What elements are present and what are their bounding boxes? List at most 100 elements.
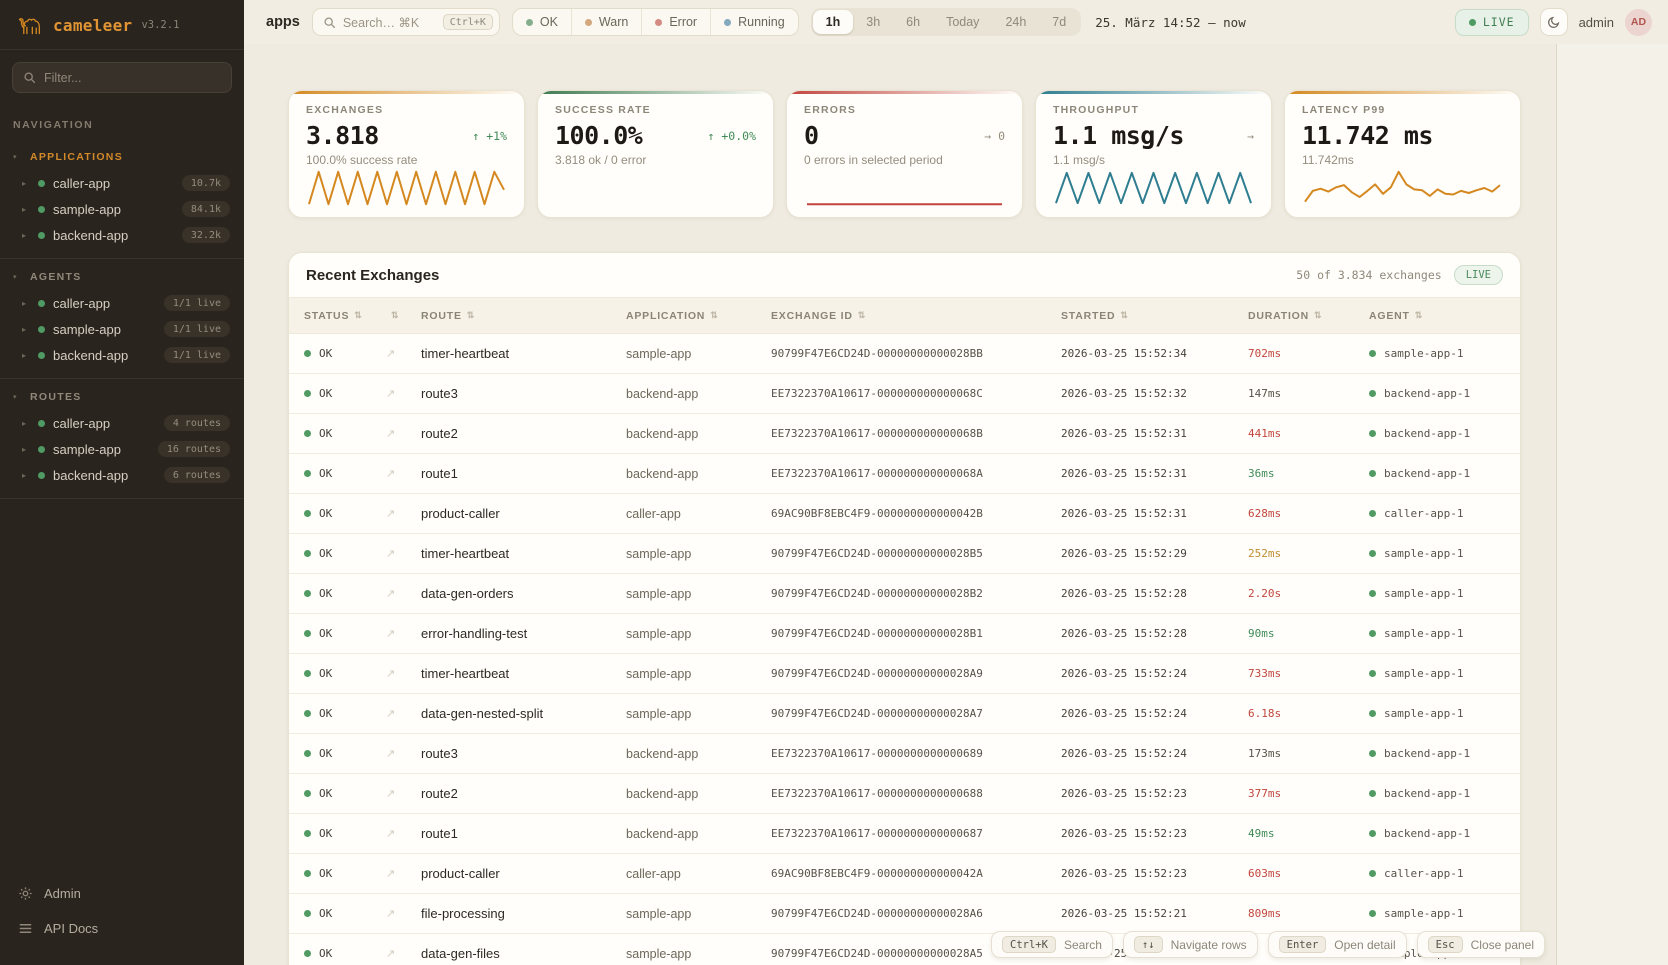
exchange-row[interactable]: OK↗product-callercaller-app69AC90BF8EBC4… xyxy=(289,494,1520,534)
exchange-row[interactable]: OK↗data-gen-nested-splitsample-app90799F… xyxy=(289,694,1520,734)
trace-link-icon[interactable]: ↗ xyxy=(386,628,395,640)
exchange-row[interactable]: OK↗timer-heartbeatsample-app90799F47E6CD… xyxy=(289,654,1520,694)
column-header-agent[interactable]: AGENT⇅ xyxy=(1369,310,1505,322)
exchange-row[interactable]: OK↗error-handling-testsample-app90799F47… xyxy=(289,614,1520,654)
footer-item-api-docs[interactable]: API Docs xyxy=(16,914,228,943)
started-cell: 2026-03-25 15:52:29 xyxy=(1061,547,1248,560)
column-header-application[interactable]: APPLICATION⇅ xyxy=(626,310,771,322)
range-button-6h[interactable]: 6h xyxy=(893,10,933,34)
exchange-row[interactable]: OK↗route3backend-appEE7322370A10617-0000… xyxy=(289,374,1520,414)
range-button-1h[interactable]: 1h xyxy=(813,10,854,34)
range-button-3h[interactable]: 3h xyxy=(853,10,893,34)
range-button-24h[interactable]: 24h xyxy=(992,10,1039,34)
sidebar-item-routes-sample-app[interactable]: ▸sample-app16 routes xyxy=(0,436,244,462)
ok-status-dot xyxy=(304,550,311,557)
footer-item-admin[interactable]: Admin xyxy=(16,879,228,908)
exchange-row[interactable]: OK↗file-processingsample-app90799F47E6CD… xyxy=(289,894,1520,934)
status-filter-running[interactable]: Running xyxy=(710,9,798,35)
section-header-applications[interactable]: ▾APPLICATIONS xyxy=(0,143,244,170)
ok-status-dot xyxy=(304,590,311,597)
column-label: STARTED xyxy=(1061,310,1115,322)
topbar: apps Search… ⌘K Ctrl+K OKWarnErrorRunnin… xyxy=(244,0,1668,44)
sidebar-item-applications-sample-app[interactable]: ▸sample-app84.1k xyxy=(0,196,244,222)
exchange-row[interactable]: OK↗product-callercaller-app69AC90BF8EBC4… xyxy=(289,854,1520,894)
stat-card-exchanges[interactable]: EXCHANGES3.818↑ +1%100.0% success rate xyxy=(288,90,525,218)
section-header-agents[interactable]: ▾AGENTS xyxy=(0,263,244,290)
trace-link-icon[interactable]: ↗ xyxy=(386,748,395,760)
ok-status-dot xyxy=(304,670,311,677)
stat-card-throughput[interactable]: THROUGHPUT1.1 msg/s→1.1 msg/s xyxy=(1035,90,1272,218)
status-filter-warn[interactable]: Warn xyxy=(571,9,641,35)
trace-link-icon[interactable]: ↗ xyxy=(386,868,395,880)
column-header-duration[interactable]: DURATION⇅ xyxy=(1248,310,1369,322)
chevron-down-icon: ▾ xyxy=(13,153,21,161)
status-filter-error[interactable]: Error xyxy=(641,9,710,35)
live-toggle-button[interactable]: LIVE xyxy=(1455,9,1529,36)
trace-link-icon[interactable]: ↗ xyxy=(386,348,395,360)
column-header-started[interactable]: STARTED⇅ xyxy=(1061,310,1248,322)
duration-cell: 49ms xyxy=(1248,827,1369,840)
sparkline xyxy=(1053,167,1254,209)
agent-status-dot xyxy=(1369,430,1376,437)
stat-card-errors[interactable]: ERRORS0→ 00 errors in selected period xyxy=(786,90,1023,218)
section-header-routes[interactable]: ▾ROUTES xyxy=(0,383,244,410)
sidebar-item-agents-backend-app[interactable]: ▸backend-app1/1 live xyxy=(0,342,244,368)
agent-status-dot xyxy=(1369,470,1376,477)
column-label: STATUS xyxy=(304,310,349,322)
range-button-7d[interactable]: 7d xyxy=(1039,10,1079,34)
card-value-row: 1.1 msg/s→ xyxy=(1053,121,1254,150)
agent-cell: caller-app-1 xyxy=(1369,507,1505,520)
theme-toggle-button[interactable] xyxy=(1540,8,1568,36)
card-title: THROUGHPUT xyxy=(1053,104,1254,116)
item-badge: 10.7k xyxy=(182,175,230,191)
app-logo[interactable]: cameleer v3.2.1 xyxy=(0,0,244,50)
exchange-row[interactable]: OK↗timer-heartbeatsample-app90799F47E6CD… xyxy=(289,534,1520,574)
exchange-row[interactable]: OK↗data-gen-orderssample-app90799F47E6CD… xyxy=(289,574,1520,614)
search-input[interactable]: Search… ⌘K Ctrl+K xyxy=(312,8,500,36)
trace-link-icon[interactable]: ↗ xyxy=(386,468,395,480)
trace-link-icon[interactable]: ↗ xyxy=(386,388,395,400)
ok-status-dot xyxy=(304,870,311,877)
trace-link-icon[interactable]: ↗ xyxy=(386,548,395,560)
column-header-status[interactable]: STATUS⇅ xyxy=(304,310,386,322)
avatar[interactable]: AD xyxy=(1625,9,1652,36)
exchange-row[interactable]: OK↗route2backend-appEE7322370A10617-0000… xyxy=(289,774,1520,814)
sidebar-filter-input[interactable]: Filter... xyxy=(12,62,232,93)
exchange-row[interactable]: OK↗route1backend-appEE7322370A10617-0000… xyxy=(289,454,1520,494)
trace-link-icon[interactable]: ↗ xyxy=(386,788,395,800)
sidebar-item-applications-caller-app[interactable]: ▸caller-app10.7k xyxy=(0,170,244,196)
trace-link-icon[interactable]: ↗ xyxy=(386,948,395,960)
trace-link-icon[interactable]: ↗ xyxy=(386,668,395,680)
trace-link-icon[interactable]: ↗ xyxy=(386,708,395,720)
sidebar-item-agents-sample-app[interactable]: ▸sample-app1/1 live xyxy=(0,316,244,342)
trace-link-icon[interactable]: ↗ xyxy=(386,428,395,440)
item-label: backend-app xyxy=(53,468,128,483)
trace-link-icon[interactable]: ↗ xyxy=(386,508,395,520)
trace-link-icon[interactable]: ↗ xyxy=(386,828,395,840)
exchange-row[interactable]: OK↗timer-heartbeatsample-app90799F47E6CD… xyxy=(289,334,1520,374)
sidebar-item-routes-backend-app[interactable]: ▸backend-app6 routes xyxy=(0,462,244,488)
route-cell: data-gen-nested-split xyxy=(421,706,626,721)
column-header-exchange-id[interactable]: EXCHANGE ID⇅ xyxy=(771,310,1061,322)
exchange-id-cell: 90799F47E6CD24D-00000000000028BB xyxy=(771,347,1061,360)
application-cell: sample-app xyxy=(626,907,771,921)
stat-card-success-rate[interactable]: SUCCESS RATE100.0%↑ +0.0%3.818 ok / 0 er… xyxy=(537,90,774,218)
range-button-today[interactable]: Today xyxy=(933,10,992,34)
sort-icon: ⇅ xyxy=(467,310,475,321)
sidebar-item-agents-caller-app[interactable]: ▸caller-app1/1 live xyxy=(0,290,244,316)
exchange-row[interactable]: OK↗route2backend-appEE7322370A10617-0000… xyxy=(289,414,1520,454)
exchange-row[interactable]: OK↗route3backend-appEE7322370A10617-0000… xyxy=(289,734,1520,774)
agent-name: caller-app-1 xyxy=(1384,507,1463,520)
stat-card-latency-p99[interactable]: LATENCY P9911.742 ms11.742ms xyxy=(1284,90,1521,218)
status-filter-ok[interactable]: OK xyxy=(513,9,571,35)
sidebar-item-applications-backend-app[interactable]: ▸backend-app32.2k xyxy=(0,222,244,248)
column-header-route[interactable]: ROUTE⇅ xyxy=(421,310,626,322)
trace-link-icon[interactable]: ↗ xyxy=(386,588,395,600)
card-subtext: 100.0% success rate xyxy=(306,153,507,167)
exchange-row[interactable]: OK↗route1backend-appEE7322370A10617-0000… xyxy=(289,814,1520,854)
status-filter-dot xyxy=(526,19,533,26)
sidebar-item-routes-caller-app[interactable]: ▸caller-app4 routes xyxy=(0,410,244,436)
trace-link-icon[interactable]: ↗ xyxy=(386,908,395,920)
column-header-trace[interactable]: ⇅ xyxy=(386,310,421,321)
time-range-text[interactable]: 25. März 14:52 — now xyxy=(1095,15,1246,30)
